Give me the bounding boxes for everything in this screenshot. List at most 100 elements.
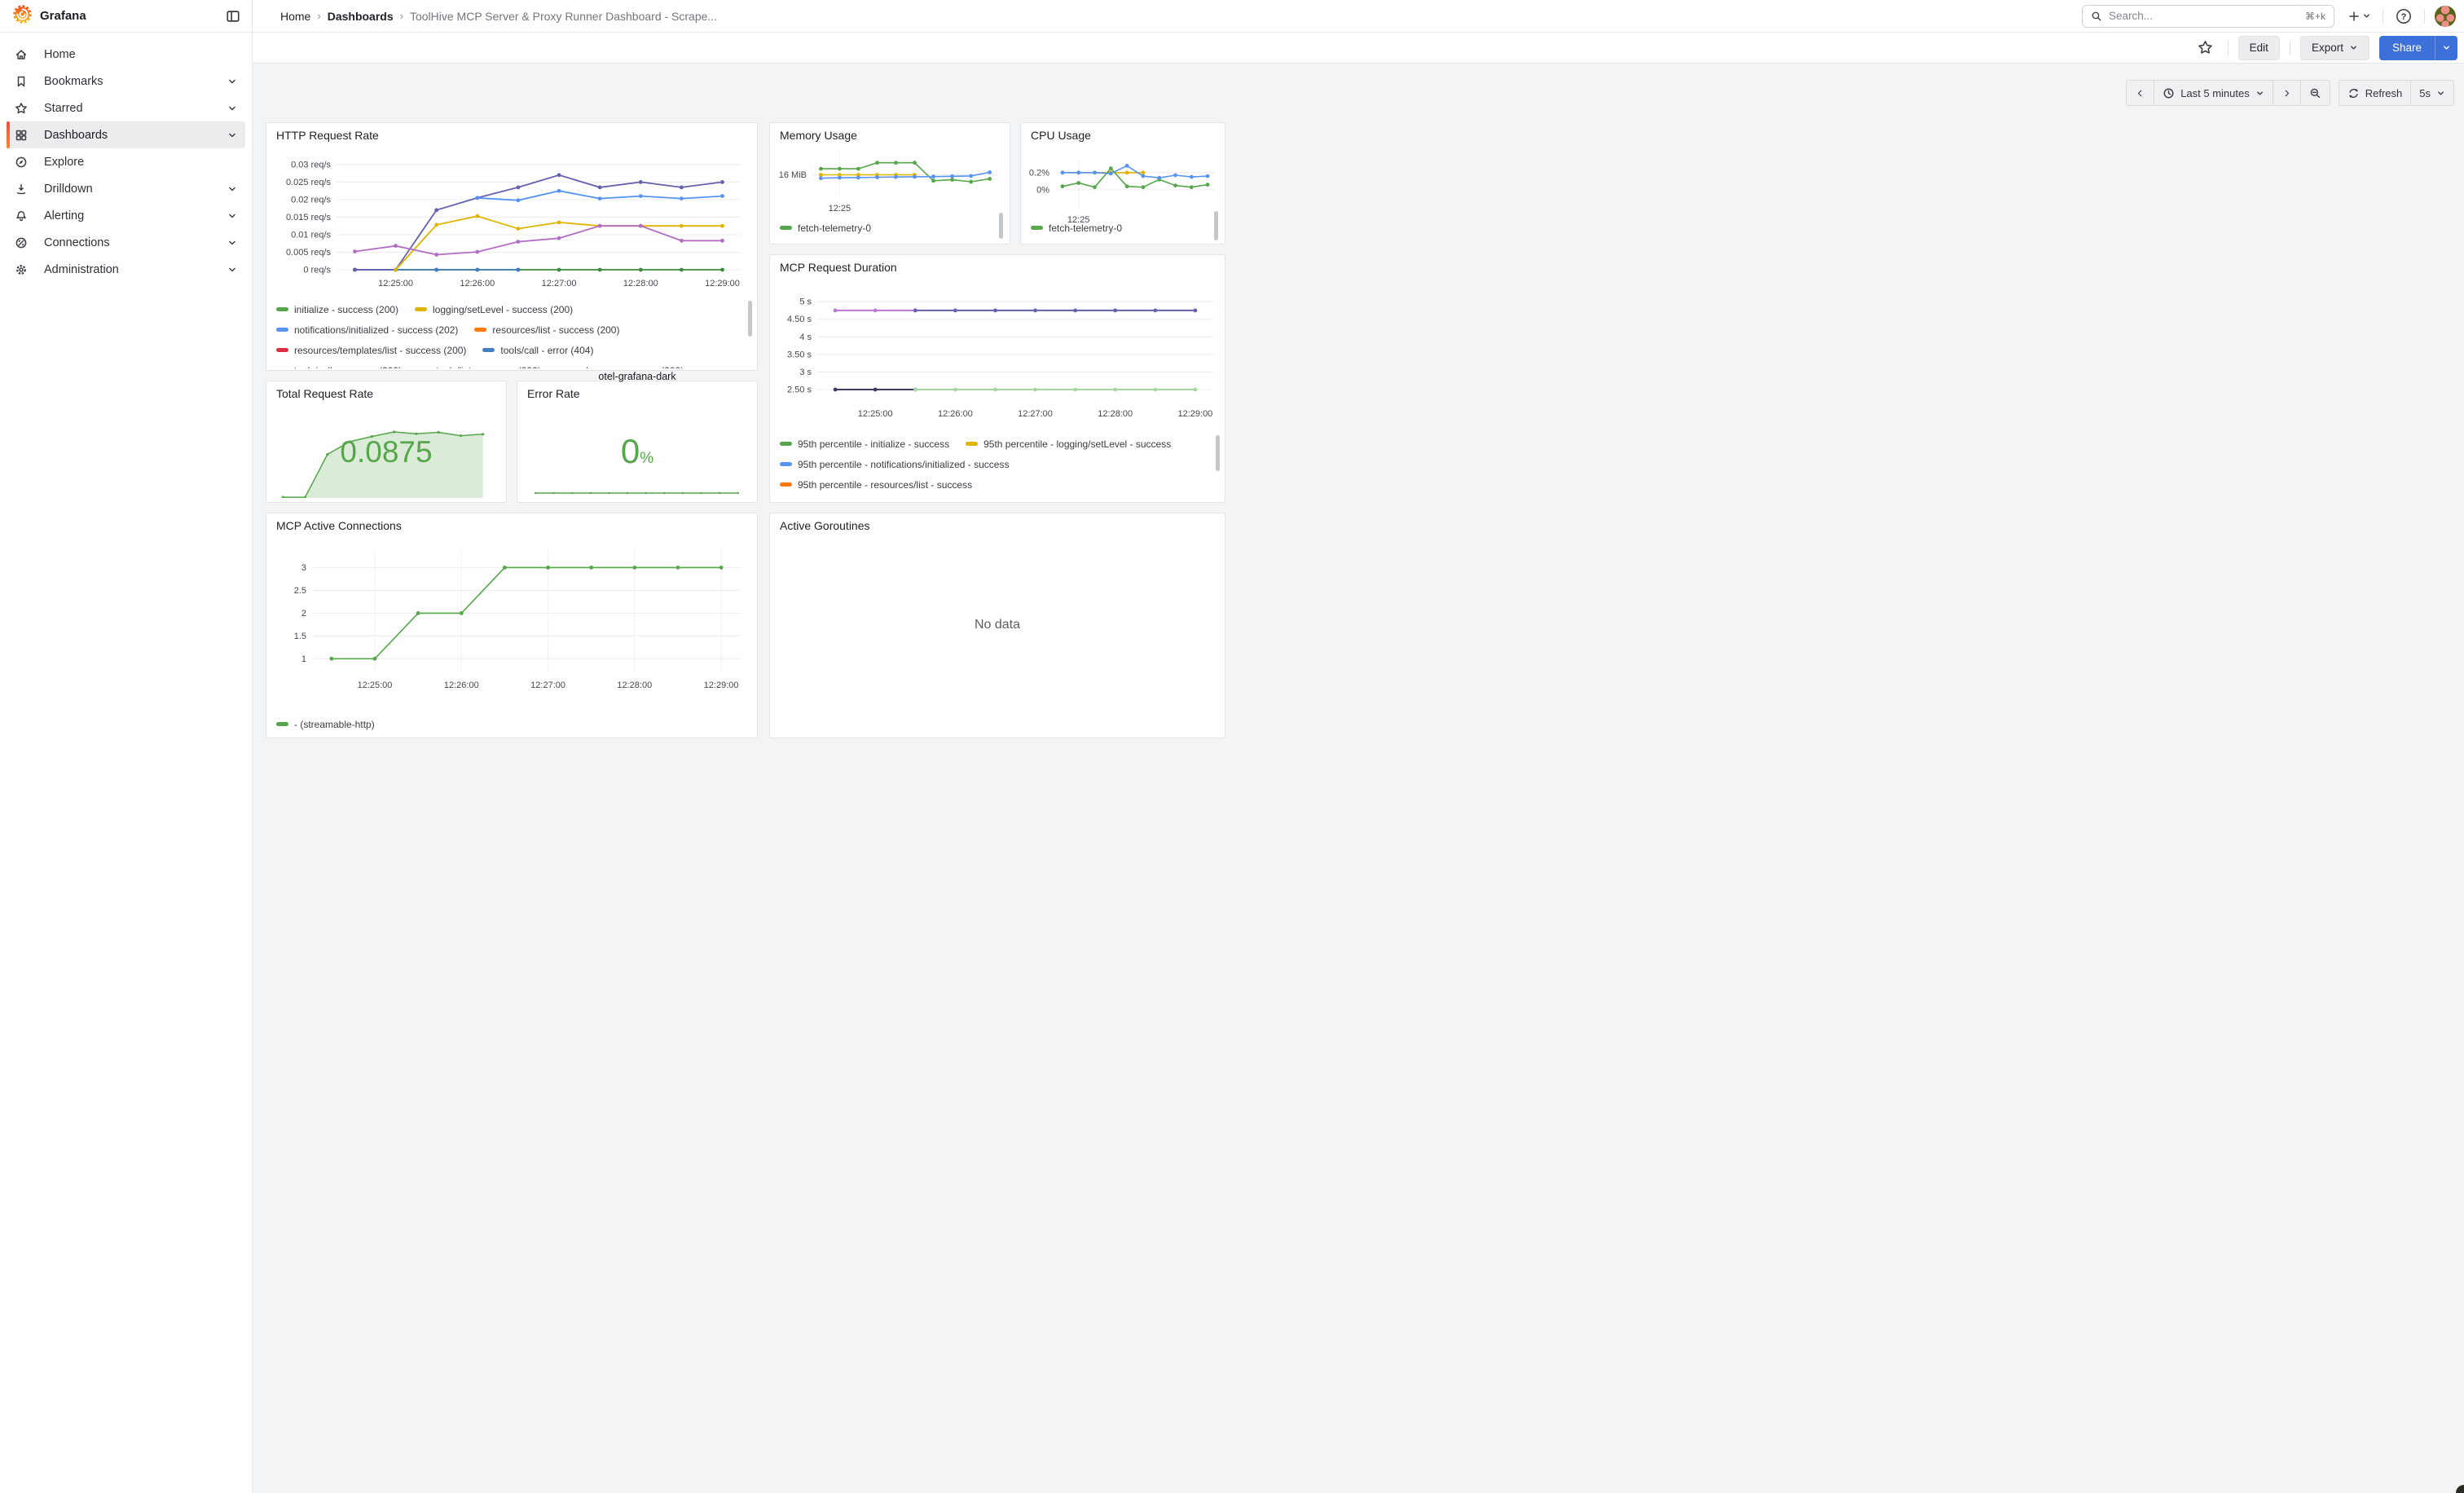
legend-item[interactable]: tools/call - success (200) <box>276 365 402 369</box>
legend-item[interactable]: fetch-telemetry-0 <box>780 222 871 234</box>
svg-text:4.50 s: 4.50 s <box>787 315 812 324</box>
brand-section: Grafana <box>0 0 253 32</box>
grafana-logo-icon[interactable] <box>13 4 32 29</box>
legend-swatch <box>415 307 427 311</box>
panel-mcp-request-duration[interactable]: MCP Request Duration 2.50 s3 s3.50 s4 s4… <box>769 254 1225 503</box>
time-shift-forward-button[interactable] <box>2273 81 2300 105</box>
legend-item[interactable]: 95th percentile - resources/list - succe… <box>780 479 972 491</box>
legend-item[interactable]: 95th percentile - notifications/initiali… <box>780 459 1009 470</box>
breadcrumb-home[interactable]: Home <box>280 10 310 23</box>
legend-swatch <box>966 442 978 446</box>
chevron-down-icon <box>227 103 237 113</box>
user-avatar[interactable] <box>2435 6 2456 27</box>
legend-swatch <box>780 462 792 466</box>
chevron-down-icon <box>227 238 237 248</box>
legend-item[interactable]: 95th percentile - initialize - success <box>780 438 949 450</box>
time-range-picker[interactable]: Last 5 minutes <box>2154 81 2273 105</box>
time-shift-back-button[interactable] <box>2127 81 2154 105</box>
search-shortcut: ⌘+k <box>2305 11 2325 22</box>
refresh-interval-picker[interactable]: 5s <box>2410 81 2453 105</box>
legend-label: tools/call - success (200) <box>294 365 402 369</box>
edit-button[interactable]: Edit <box>2238 36 2280 60</box>
legend-label: 95th percentile - logging/setLevel - suc… <box>983 438 1171 450</box>
svg-text:12:29:00: 12:29:00 <box>704 680 739 690</box>
http-legend: initialize - success (200) logging/setLev… <box>276 299 741 368</box>
legend-item[interactable]: resources/templates/list - success (200) <box>276 345 466 356</box>
panel-error-rate[interactable]: Error Rate otel-grafana-dark 0% <box>517 381 758 503</box>
panel-http-request-rate[interactable]: HTTP Request Rate 0 req/s0.005 req/s0.01… <box>266 122 758 371</box>
export-button[interactable]: Export <box>2300 36 2369 60</box>
svg-text:0.025 req/s: 0.025 req/s <box>286 178 332 187</box>
svg-text:3: 3 <box>301 563 306 573</box>
legend-item[interactable]: resources/list - success (200) <box>474 324 619 336</box>
share-menu-button[interactable] <box>2435 36 2457 60</box>
svg-text:12:27:00: 12:27:00 <box>542 279 577 288</box>
legend-item[interactable]: initialize - success (200) <box>276 304 398 315</box>
sidebar-item-dashboards[interactable]: Dashboards <box>7 121 245 148</box>
legend-swatch <box>276 328 288 332</box>
legend-scrollbar[interactable] <box>999 213 1003 239</box>
sidebar-item-bookmarks[interactable]: Bookmarks <box>7 68 245 95</box>
panel-title[interactable]: HTTP Request Rate <box>276 129 379 142</box>
help-button[interactable]: ? <box>2390 4 2418 29</box>
panel-title[interactable]: Active Goroutines <box>780 519 870 532</box>
panel-active-goroutines[interactable]: Active Goroutines No data <box>769 513 1225 738</box>
legend-swatch <box>780 482 792 487</box>
sidebar-item-administration[interactable]: Administration <box>7 256 245 283</box>
panel-total-request-rate[interactable]: Total Request Rate 0.0875 <box>266 381 507 503</box>
sidebar-item-connections[interactable]: Connections <box>7 229 245 256</box>
panel-cpu-usage[interactable]: CPU Usage 0.2%0%12:25 fetch-telemetry-0 <box>1020 122 1225 244</box>
panel-memory-usage[interactable]: Memory Usage 16 MiB12:25 fetch-telemetry… <box>769 122 1010 244</box>
svg-text:12:27:00: 12:27:00 <box>1018 409 1053 419</box>
panel-title[interactable]: Memory Usage <box>780 129 857 142</box>
legend-scrollbar[interactable] <box>1216 435 1220 471</box>
add-button[interactable] <box>2343 7 2376 26</box>
svg-text:12:25:00: 12:25:00 <box>858 409 893 419</box>
legend-item[interactable]: tools/call - error (404) <box>482 345 593 356</box>
legend-item[interactable]: fetch-telemetry-0 <box>1031 222 1122 234</box>
legend-label: notifications/initialized - success (202… <box>294 324 458 336</box>
legend-swatch <box>276 722 288 726</box>
breadcrumb-separator-icon: › <box>400 10 403 22</box>
share-button[interactable]: Share <box>2379 36 2435 60</box>
chevron-right-icon <box>2281 88 2292 99</box>
favorite-star-button[interactable] <box>2193 37 2218 59</box>
breadcrumb-dashboards[interactable]: Dashboards <box>328 10 394 23</box>
sidebar-item-explore[interactable]: Explore <box>7 148 245 175</box>
panel-title[interactable]: MCP Request Duration <box>780 261 897 274</box>
sidebar-item-drilldown[interactable]: Drilldown <box>7 175 245 202</box>
panel-mcp-active-connections[interactable]: MCP Active Connections 11.522.5312:25:00… <box>266 513 758 738</box>
sidebar-item-starred[interactable]: Starred <box>7 95 245 121</box>
legend-item[interactable]: notifications/initialized - success (202… <box>276 324 458 336</box>
chevron-down-icon <box>227 184 237 194</box>
no-data-message: No data <box>770 618 1225 632</box>
panel-title[interactable]: CPU Usage <box>1031 129 1091 142</box>
sidebar-toggle-icon[interactable] <box>226 9 240 24</box>
panel-title[interactable]: MCP Active Connections <box>276 519 402 532</box>
zoom-out-button[interactable] <box>2300 81 2330 105</box>
legend-swatch <box>276 307 288 311</box>
sidebar-item-home[interactable]: Home <box>7 41 245 68</box>
legend-item[interactable]: logging/setLevel - success (200) <box>415 304 573 315</box>
search-input[interactable] <box>2109 10 2299 22</box>
legend-item[interactable]: 95th percentile - logging/setLevel - suc… <box>966 438 1171 450</box>
legend-scrollbar[interactable] <box>748 301 752 337</box>
svg-text:1.5: 1.5 <box>294 632 306 641</box>
svg-text:1: 1 <box>301 654 306 664</box>
legend-item[interactable]: - (streamable-http) <box>276 719 375 730</box>
error-rate-unit: % <box>640 450 653 467</box>
http-request-rate-chart: 0 req/s0.005 req/s0.01 req/s0.015 req/s0… <box>271 148 747 300</box>
breadcrumb-current: ToolHive MCP Server & Proxy Runner Dashb… <box>410 10 717 23</box>
legend-item[interactable]: 95th percentile - resources/templates/li… <box>780 500 1017 501</box>
star-icon <box>15 102 28 115</box>
svg-text:0.01 req/s: 0.01 req/s <box>291 231 331 240</box>
legend-label: resources/list - success (200) <box>492 324 619 336</box>
total-request-rate-value: 0.0875 <box>266 435 506 469</box>
search-box[interactable]: ⌘+k <box>2082 5 2334 28</box>
refresh-button[interactable]: Refresh <box>2339 81 2411 105</box>
legend-item[interactable]: tools/list - success (200) <box>418 365 541 369</box>
legend-scrollbar[interactable] <box>1214 211 1218 240</box>
legend-item[interactable]: unknown - success (200) <box>557 365 684 369</box>
duration-legend: 95th percentile - initialize - success 95… <box>780 434 1208 500</box>
sidebar-item-alerting[interactable]: Alerting <box>7 202 245 229</box>
